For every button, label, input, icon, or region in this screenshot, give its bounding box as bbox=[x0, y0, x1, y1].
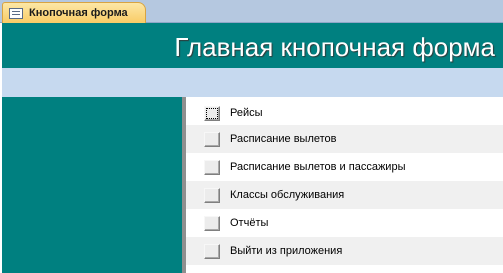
header-band bbox=[2, 68, 503, 97]
menu-item-label[interactable]: Выйти из приложения bbox=[230, 245, 342, 257]
document-tab-strip: Кнопочная форма bbox=[0, 0, 503, 23]
form-window: Кнопочная форма Главная кнопочная форма … bbox=[0, 0, 503, 273]
menu-item-flights[interactable]: Рейсы bbox=[186, 99, 503, 127]
page-title: Главная кнопочная форма bbox=[174, 32, 495, 62]
switchboard-menu: Рейсы Расписание вылетов Расписание выле… bbox=[186, 97, 503, 273]
menu-button[interactable] bbox=[204, 243, 220, 259]
menu-button[interactable] bbox=[204, 105, 220, 121]
menu-item-schedule[interactable]: Расписание вылетов bbox=[186, 125, 503, 153]
menu-item-service-classes[interactable]: Классы обслуживания bbox=[186, 181, 503, 209]
menu-item-schedule-passengers[interactable]: Расписание вылетов и пассажиры bbox=[186, 153, 503, 181]
menu-item-label[interactable]: Отчёты bbox=[230, 217, 268, 229]
menu-item-label[interactable]: Расписание вылетов bbox=[230, 133, 337, 145]
form-icon bbox=[9, 7, 23, 19]
tab-switchboard[interactable]: Кнопочная форма bbox=[2, 2, 146, 23]
menu-button[interactable] bbox=[204, 159, 220, 175]
menu-item-label[interactable]: Рейсы bbox=[230, 107, 263, 119]
tab-label: Кнопочная форма bbox=[29, 7, 128, 19]
menu-button[interactable] bbox=[204, 187, 220, 203]
menu-button[interactable] bbox=[204, 215, 220, 231]
menu-item-reports[interactable]: Отчёты bbox=[186, 209, 503, 237]
left-panel bbox=[2, 97, 182, 273]
menu-item-exit[interactable]: Выйти из приложения bbox=[186, 237, 503, 265]
menu-button[interactable] bbox=[204, 131, 220, 147]
menu-item-label[interactable]: Классы обслуживания bbox=[230, 189, 344, 201]
form-header: Главная кнопочная форма bbox=[2, 23, 503, 68]
menu-item-label[interactable]: Расписание вылетов и пассажиры bbox=[230, 161, 405, 173]
